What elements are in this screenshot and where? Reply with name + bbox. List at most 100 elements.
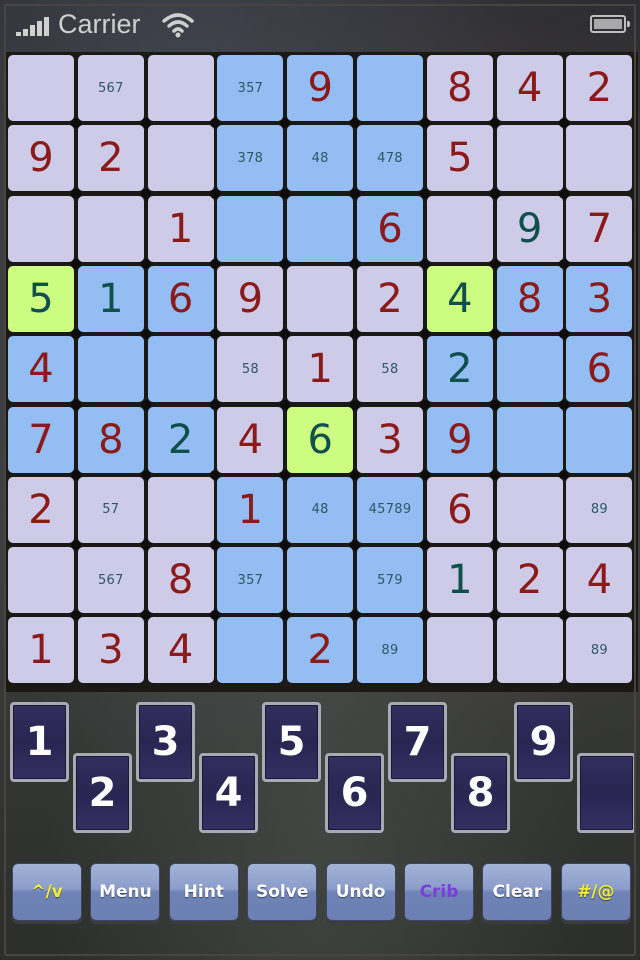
sudoku-cell-r8c2[interactable]: 567 <box>77 547 144 614</box>
sudoku-cell-r5c3[interactable] <box>147 336 214 403</box>
sudoku-cell-r6c5[interactable]: 6 <box>287 406 354 473</box>
sudoku-cell-r1c4[interactable]: 357 <box>217 55 284 121</box>
sudoku-cell-r8c1[interactable] <box>8 547 74 614</box>
sudoku-cell-r4c4[interactable]: 9 <box>217 265 284 332</box>
sudoku-cell-r5c1[interactable]: 4 <box>8 336 74 403</box>
sudoku-cell-r4c1[interactable]: 5 <box>8 265 74 332</box>
sudoku-cell-r5c5[interactable]: 1 <box>287 336 354 403</box>
sudoku-cell-r9c4[interactable] <box>217 617 284 684</box>
solve-button[interactable]: Solve <box>247 863 318 921</box>
sudoku-cell-r3c7[interactable] <box>426 195 493 262</box>
sudoku-cell-r9c1[interactable]: 1 <box>8 617 74 684</box>
sudoku-cell-r2c5[interactable]: 48 <box>287 125 354 192</box>
sudoku-cell-r4c5[interactable] <box>287 265 354 332</box>
sudoku-cell-r4c8[interactable]: 8 <box>496 265 563 332</box>
sudoku-cell-r3c9[interactable]: 7 <box>566 195 633 262</box>
menu-button[interactable]: Menu <box>90 863 161 921</box>
sudoku-cell-r2c4[interactable]: 378 <box>217 125 284 192</box>
sudoku-cell-r7c5[interactable]: 48 <box>287 476 354 543</box>
sudoku-cell-r9c8[interactable] <box>496 617 563 684</box>
sudoku-cell-r2c8[interactable] <box>496 125 563 192</box>
sudoku-cell-r2c1[interactable]: 9 <box>8 125 74 192</box>
digit-key-7[interactable]: 7 <box>388 702 447 782</box>
sudoku-cell-r7c1[interactable]: 2 <box>8 476 74 543</box>
toggle-layout-button[interactable]: ^/v <box>12 863 82 921</box>
sudoku-cell-r2c9[interactable] <box>566 125 633 192</box>
sudoku-cell-r7c6[interactable]: 45789 <box>357 476 423 543</box>
digit-key-2[interactable]: 2 <box>73 753 132 833</box>
sudoku-cell-r4c6[interactable]: 2 <box>357 265 423 332</box>
digit-key-8[interactable]: 8 <box>451 753 510 833</box>
sudoku-cell-r6c9[interactable] <box>566 406 633 473</box>
sudoku-cell-r7c7[interactable]: 6 <box>426 476 493 543</box>
sudoku-cell-r7c9[interactable]: 89 <box>566 476 633 543</box>
sudoku-cell-r4c3[interactable]: 6 <box>147 265 214 332</box>
sudoku-cell-r2c6[interactable]: 478 <box>357 125 423 192</box>
sudoku-cell-r1c3[interactable] <box>147 55 214 121</box>
sudoku-cell-r9c6[interactable]: 89 <box>357 617 423 684</box>
sudoku-cell-r8c7[interactable]: 1 <box>426 547 493 614</box>
sudoku-cell-r2c3[interactable] <box>147 125 214 192</box>
sudoku-cell-r9c7[interactable] <box>426 617 493 684</box>
sudoku-cell-r8c8[interactable]: 2 <box>496 547 563 614</box>
sudoku-cell-r3c2[interactable] <box>77 195 144 262</box>
hint-button[interactable]: Hint <box>168 863 239 921</box>
sudoku-cell-r5c4[interactable]: 58 <box>217 336 284 403</box>
digit-key-6[interactable]: 6 <box>325 753 384 833</box>
sudoku-cell-r5c9[interactable]: 6 <box>566 336 633 403</box>
crib-button[interactable]: Crib <box>404 863 474 921</box>
digit-key-9[interactable]: 9 <box>514 702 573 782</box>
sudoku-cell-r1c5[interactable]: 9 <box>287 55 354 121</box>
digit-key-3[interactable]: 3 <box>136 702 195 782</box>
sudoku-cell-r3c4[interactable] <box>217 195 284 262</box>
sudoku-cell-r5c7[interactable]: 2 <box>426 336 493 403</box>
clear-button[interactable]: Clear <box>482 863 553 921</box>
sudoku-cell-r1c1[interactable] <box>8 55 74 121</box>
sudoku-cell-r5c2[interactable] <box>77 336 144 403</box>
sudoku-cell-r6c3[interactable]: 2 <box>147 406 214 473</box>
sudoku-cell-r4c2[interactable]: 1 <box>77 265 144 332</box>
sudoku-cell-r1c2[interactable]: 567 <box>77 55 144 121</box>
sudoku-cell-r3c1[interactable] <box>8 195 74 262</box>
sudoku-cell-r8c9[interactable]: 4 <box>566 547 633 614</box>
digit-key-1[interactable]: 1 <box>10 702 69 782</box>
sudoku-cell-r7c3[interactable] <box>147 476 214 543</box>
undo-button[interactable]: Undo <box>325 863 396 921</box>
sudoku-cell-r6c1[interactable]: 7 <box>8 406 74 473</box>
given-digit: 2 <box>586 65 613 111</box>
blank-key[interactable] <box>577 753 636 833</box>
sudoku-cell-r1c9[interactable]: 2 <box>566 55 633 121</box>
input-mode-button[interactable]: #/@ <box>560 863 631 921</box>
sudoku-cell-r2c2[interactable]: 2 <box>77 125 144 192</box>
sudoku-cell-r6c7[interactable]: 9 <box>426 406 493 473</box>
sudoku-cell-r7c2[interactable]: 57 <box>77 476 144 543</box>
sudoku-cell-r5c6[interactable]: 58 <box>357 336 423 403</box>
sudoku-cell-r9c9[interactable]: 89 <box>566 617 633 684</box>
sudoku-cell-r7c8[interactable] <box>496 476 563 543</box>
sudoku-cell-r6c8[interactable] <box>496 406 563 473</box>
sudoku-cell-r1c7[interactable]: 8 <box>426 55 493 121</box>
sudoku-cell-r9c3[interactable]: 4 <box>147 617 214 684</box>
sudoku-cell-r9c2[interactable]: 3 <box>77 617 144 684</box>
sudoku-cell-r8c5[interactable] <box>287 547 354 614</box>
sudoku-cell-r8c6[interactable]: 579 <box>357 547 423 614</box>
sudoku-cell-r3c5[interactable] <box>287 195 354 262</box>
sudoku-cell-r7c4[interactable]: 1 <box>217 476 284 543</box>
sudoku-cell-r6c6[interactable]: 3 <box>357 406 423 473</box>
sudoku-cell-r5c8[interactable] <box>496 336 563 403</box>
sudoku-cell-r9c5[interactable]: 2 <box>287 617 354 684</box>
sudoku-cell-r8c3[interactable]: 8 <box>147 547 214 614</box>
sudoku-cell-r1c6[interactable] <box>357 55 423 121</box>
sudoku-cell-r3c8[interactable]: 9 <box>496 195 563 262</box>
digit-key-4[interactable]: 4 <box>199 753 258 833</box>
sudoku-cell-r6c4[interactable]: 4 <box>217 406 284 473</box>
sudoku-cell-r3c6[interactable]: 6 <box>357 195 423 262</box>
sudoku-cell-r8c4[interactable]: 357 <box>217 547 284 614</box>
sudoku-cell-r4c7[interactable]: 4 <box>426 265 493 332</box>
sudoku-cell-r2c7[interactable]: 5 <box>426 125 493 192</box>
sudoku-cell-r4c9[interactable]: 3 <box>566 265 633 332</box>
sudoku-cell-r1c8[interactable]: 4 <box>496 55 563 121</box>
sudoku-cell-r3c3[interactable]: 1 <box>147 195 214 262</box>
sudoku-cell-r6c2[interactable]: 8 <box>77 406 144 473</box>
digit-key-5[interactable]: 5 <box>262 702 321 782</box>
